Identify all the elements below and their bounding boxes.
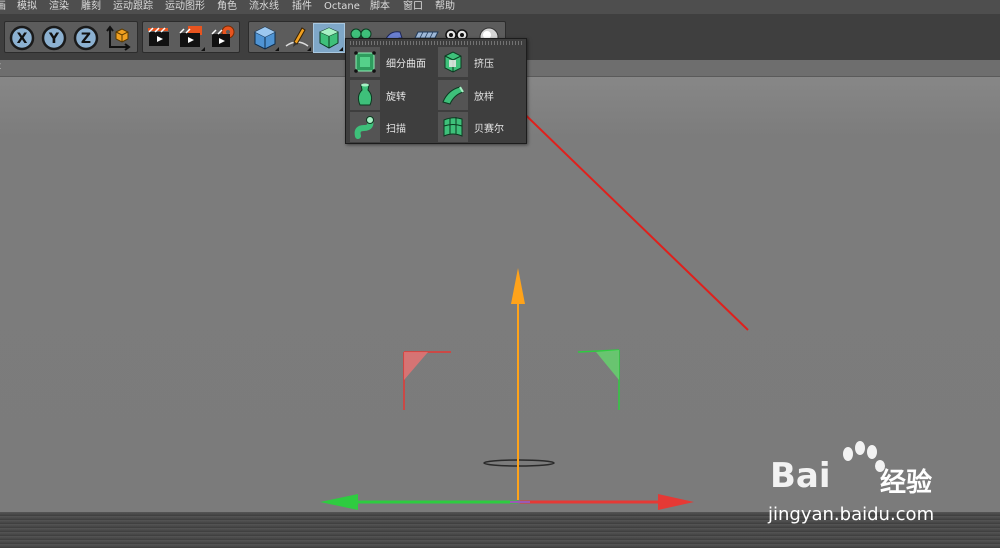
watermark-brand-cn: 经验	[880, 468, 933, 498]
watermark-url: jingyan.baidu.com	[768, 504, 935, 525]
watermark-brand: Bai	[770, 456, 871, 496]
watermark-brand-left: Bai	[770, 456, 831, 496]
